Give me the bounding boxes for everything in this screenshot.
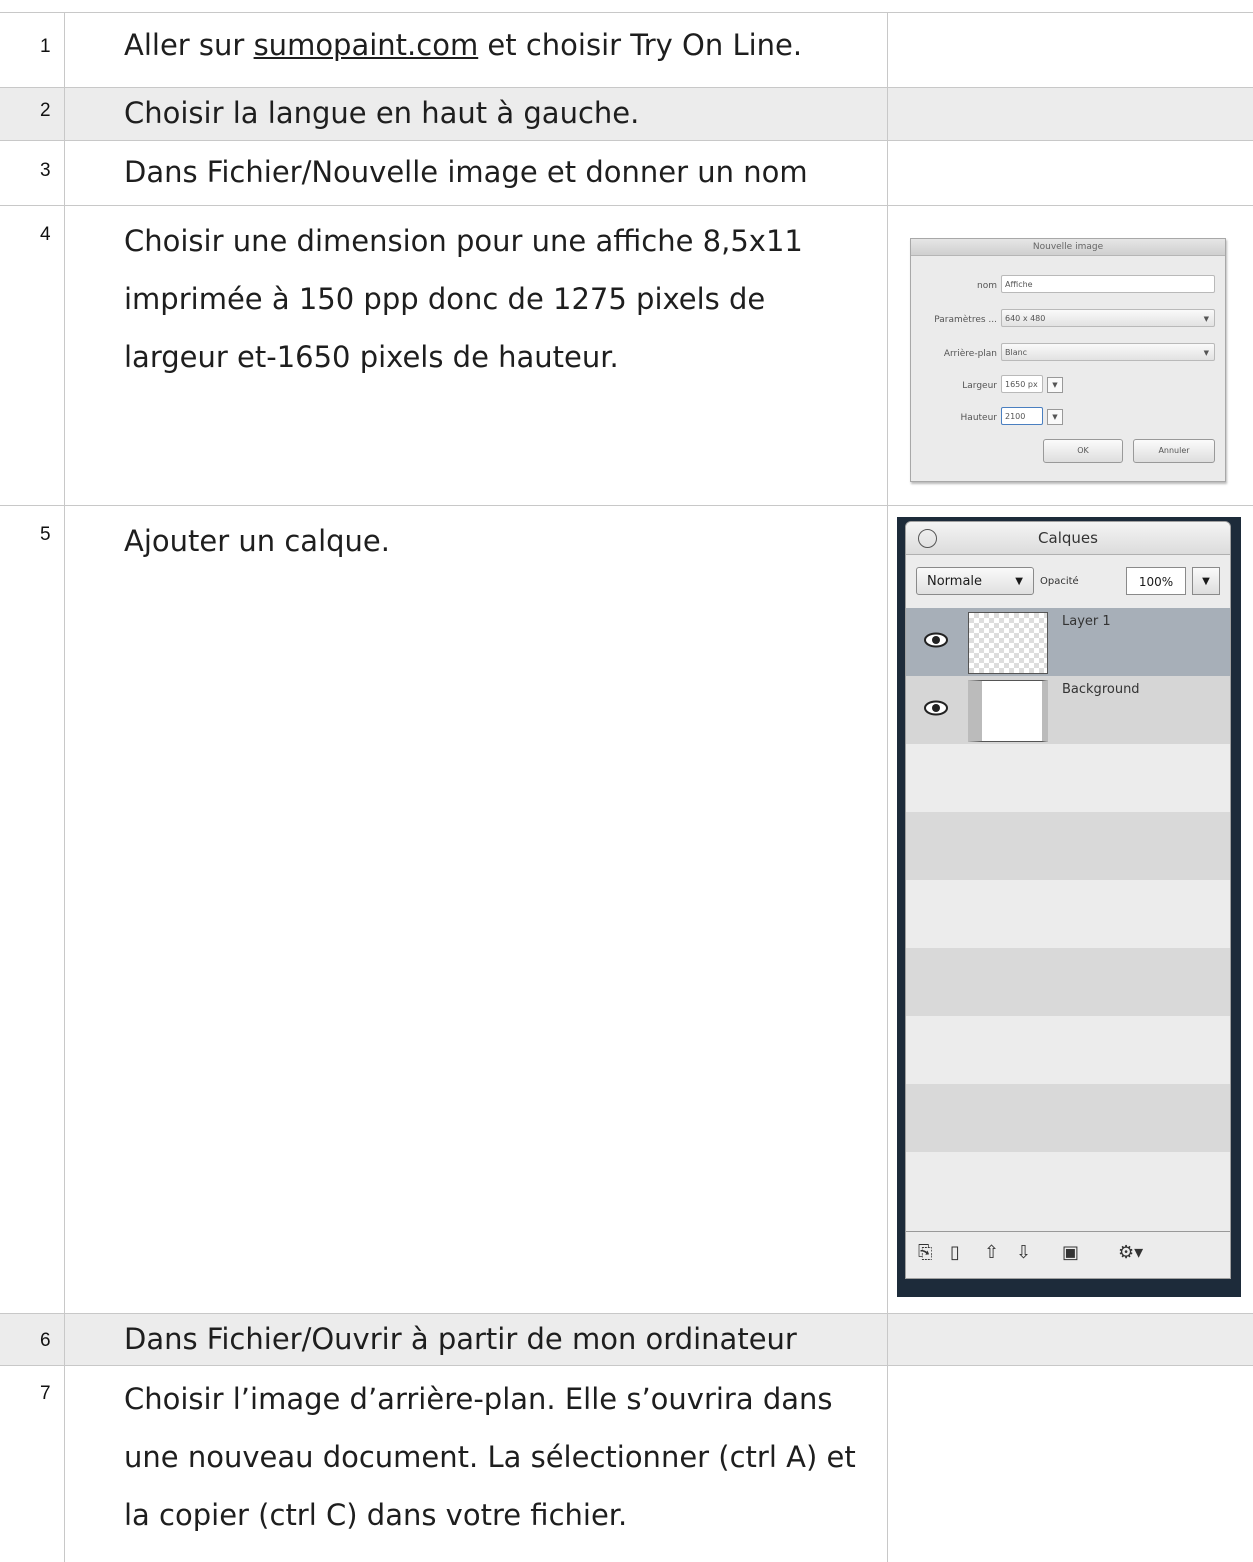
chevron-down-icon: ▼: [1203, 315, 1209, 323]
step-text-line: largeur et-1650 pixels de hauteur.: [124, 340, 619, 374]
column-divider: [887, 12, 888, 1562]
step-text: Dans Fichier/Nouvelle image et donner un…: [124, 155, 808, 189]
delete-layer-icon[interactable]: ▯: [950, 1242, 960, 1263]
layer-thumbnail: [968, 612, 1048, 674]
step-text-line: Choisir une dimension pour une affiche 8…: [124, 224, 803, 258]
preset-value: 640 x 480: [1005, 314, 1046, 323]
preset-label: Paramètres ...: [934, 315, 997, 325]
dialog-title: Nouvelle image: [911, 239, 1225, 256]
blend-mode-value: Normale: [927, 574, 983, 589]
step-text: Choisir l’image d’arrière-plan. Elle s’o…: [124, 1370, 864, 1544]
cancel-button[interactable]: Annuler: [1133, 439, 1215, 463]
collapse-icon[interactable]: [918, 529, 937, 548]
nom-field[interactable]: Affiche: [1001, 275, 1215, 293]
height-label: Hauteur: [960, 413, 997, 423]
layers-panel-header: Calques: [906, 522, 1230, 555]
layers-controls: Normale ▼ Opacité 100% ▼: [906, 555, 1230, 605]
step-text-line: imprimée à 150 ppp donc de 1275 pixels d…: [124, 282, 766, 316]
background-value: Blanc: [1005, 348, 1028, 357]
step-text-part: Aller sur: [124, 28, 254, 62]
row-divider: [0, 12, 1253, 13]
layer-thumbnail: [968, 680, 1048, 742]
width-field[interactable]: 1650 px: [1001, 375, 1043, 393]
layer-effects-icon[interactable]: ▣: [1062, 1242, 1079, 1263]
empty-layer-stripe: [906, 812, 1230, 880]
move-up-icon[interactable]: ⇧: [984, 1242, 999, 1263]
step-text: Dans Fichier/Ouvrir à partir de mon ordi…: [124, 1322, 797, 1356]
row-divider: [0, 205, 1253, 206]
column-divider: [64, 12, 65, 1562]
empty-layer-stripe: [906, 1084, 1230, 1152]
step-number: 2: [40, 100, 51, 121]
step-text-line: la copier (ctrl C) dans votre fichier.: [124, 1498, 628, 1532]
merge-down-icon[interactable]: ⇩: [1016, 1242, 1031, 1263]
opacity-field[interactable]: 100%: [1126, 567, 1186, 595]
background-label: Arrière-plan: [943, 349, 997, 359]
width-unit-dropdown[interactable]: ▼: [1047, 377, 1063, 393]
opacity-label: Opacité: [1040, 576, 1079, 587]
layers-panel-screenshot: Calques Normale ▼ Opacité 100% ▼ Layer 1 …: [897, 517, 1241, 1297]
gear-icon[interactable]: ⚙▾: [1118, 1242, 1143, 1263]
background-select[interactable]: Blanc ▼: [1001, 343, 1215, 361]
nom-label: nom: [977, 281, 997, 291]
new-layer-icon[interactable]: ⎘: [918, 1242, 932, 1263]
step-number: 6: [40, 1330, 51, 1351]
new-image-dialog: Nouvelle image nom Affiche Paramètres ..…: [910, 238, 1226, 482]
step-number: 1: [40, 36, 51, 57]
layers-toolbar: ⎘ ▯ ⇧ ⇩ ▣ ⚙▾: [906, 1231, 1230, 1278]
step-text-part: et choisir Try On Line.: [478, 28, 803, 62]
eye-icon[interactable]: [924, 700, 948, 716]
eye-icon[interactable]: [924, 632, 948, 648]
layer-name: Background: [1062, 682, 1140, 697]
layers-panel: Calques Normale ▼ Opacité 100% ▼ Layer 1 …: [905, 521, 1231, 1279]
row-divider: [0, 505, 1253, 506]
width-label: Largeur: [962, 381, 997, 391]
step-text: Choisir la langue en haut à gauche.: [124, 96, 640, 130]
step-text: Ajouter un calque.: [124, 524, 390, 558]
step-text: Aller sur sumopaint.com et choisir Try O…: [124, 16, 864, 74]
step-text: Choisir une dimension pour une affiche 8…: [124, 212, 864, 386]
layer-row[interactable]: Background: [906, 676, 1230, 744]
step-text-line: Choisir l’image d’arrière-plan. Elle s’o…: [124, 1382, 833, 1416]
step-text-line: une nouveau document. La sélectionner (c…: [124, 1440, 856, 1474]
height-field[interactable]: 2100: [1001, 407, 1043, 425]
height-unit-dropdown[interactable]: ▼: [1047, 409, 1063, 425]
chevron-down-icon: ▼: [1015, 576, 1023, 587]
step-number: 3: [40, 160, 51, 181]
step-number: 7: [40, 1383, 51, 1404]
opacity-dropdown[interactable]: ▼: [1192, 567, 1220, 595]
layers-panel-title: Calques: [1038, 529, 1098, 547]
preset-select[interactable]: 640 x 480 ▼: [1001, 309, 1215, 327]
sumopaint-link[interactable]: sumopaint.com: [254, 28, 479, 62]
chevron-down-icon: ▼: [1203, 349, 1209, 357]
ok-button[interactable]: OK: [1043, 439, 1123, 463]
empty-layer-stripe: [906, 948, 1230, 1016]
blend-mode-select[interactable]: Normale ▼: [916, 567, 1034, 595]
step-number: 5: [40, 524, 51, 545]
layer-name: Layer 1: [1062, 614, 1111, 629]
layer-row-selected[interactable]: Layer 1: [906, 608, 1230, 676]
step-number: 4: [40, 224, 51, 245]
